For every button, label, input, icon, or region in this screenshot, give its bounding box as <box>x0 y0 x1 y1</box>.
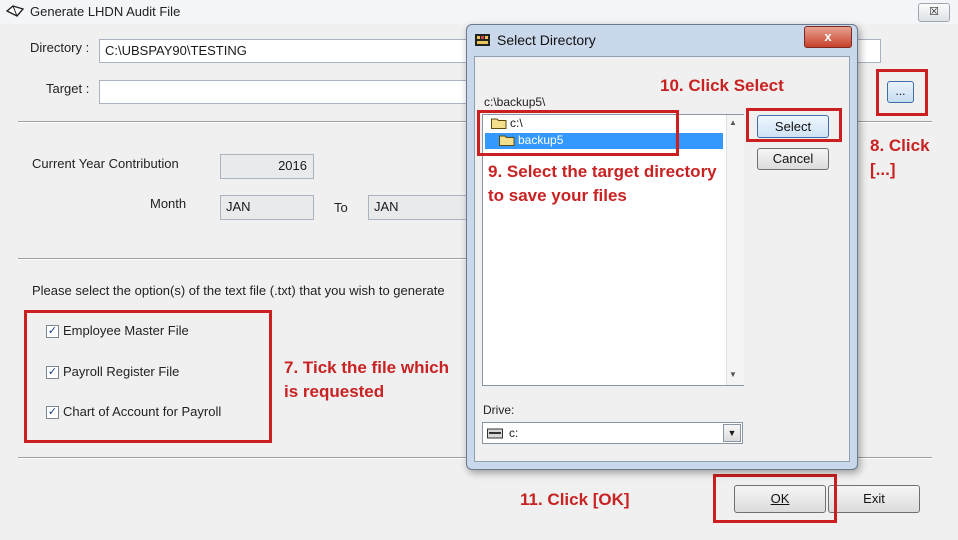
cancel-button[interactable]: Cancel <box>757 148 829 170</box>
main-close-button[interactable]: ☒ <box>918 3 950 22</box>
annotation-step10: 10. Click Select <box>660 76 784 95</box>
main-title-bar: Generate LHDN Audit File <box>0 0 958 24</box>
exit-button[interactable]: Exit <box>828 485 920 513</box>
highlight-tree <box>477 110 679 156</box>
highlight-options <box>24 310 272 443</box>
highlight-browse <box>876 69 928 116</box>
dialog-title: Select Directory <box>497 32 596 48</box>
separator-mid <box>18 258 468 260</box>
month-to-field[interactable]: JAN <box>368 195 468 220</box>
dialog-folder-icon <box>475 34 490 46</box>
drive-label: Drive: <box>483 403 515 417</box>
to-label: To <box>334 200 348 215</box>
annotation-step9: 9. Select the target directory to save y… <box>488 162 717 205</box>
annotation-step11: 11. Click [OK] <box>520 490 630 509</box>
scroll-down-icon[interactable]: ▼ <box>729 370 737 379</box>
drive-icon <box>487 428 503 439</box>
scroll-up-icon[interactable]: ▲ <box>729 118 737 127</box>
year-label: Current Year Contribution <box>32 156 179 171</box>
drive-value: c: <box>509 426 519 440</box>
year-field[interactable]: 2016 <box>220 154 314 179</box>
app-icon <box>6 5 24 17</box>
target-label: Target : <box>46 81 90 96</box>
chevron-down-icon[interactable]: ▼ <box>723 424 741 442</box>
directory-label: Directory : <box>30 40 90 55</box>
current-path: c:\backup5\ <box>484 95 546 109</box>
main-window-title: Generate LHDN Audit File <box>30 4 181 19</box>
highlight-ok <box>713 474 837 523</box>
annotation-step8: 8. Click [...] <box>870 136 930 179</box>
drive-select[interactable] <box>482 422 743 444</box>
options-prompt: Please select the option(s) of the text … <box>32 283 445 298</box>
dialog-close-button[interactable]: x <box>804 26 852 48</box>
month-label: Month <box>150 196 187 211</box>
month-from-field[interactable]: JAN <box>220 195 314 220</box>
highlight-select <box>746 108 842 142</box>
target-field[interactable] <box>99 80 467 104</box>
annotation-step7: 7. Tick the file which is requested <box>284 358 450 401</box>
directory-scrollbar[interactable] <box>726 115 744 385</box>
